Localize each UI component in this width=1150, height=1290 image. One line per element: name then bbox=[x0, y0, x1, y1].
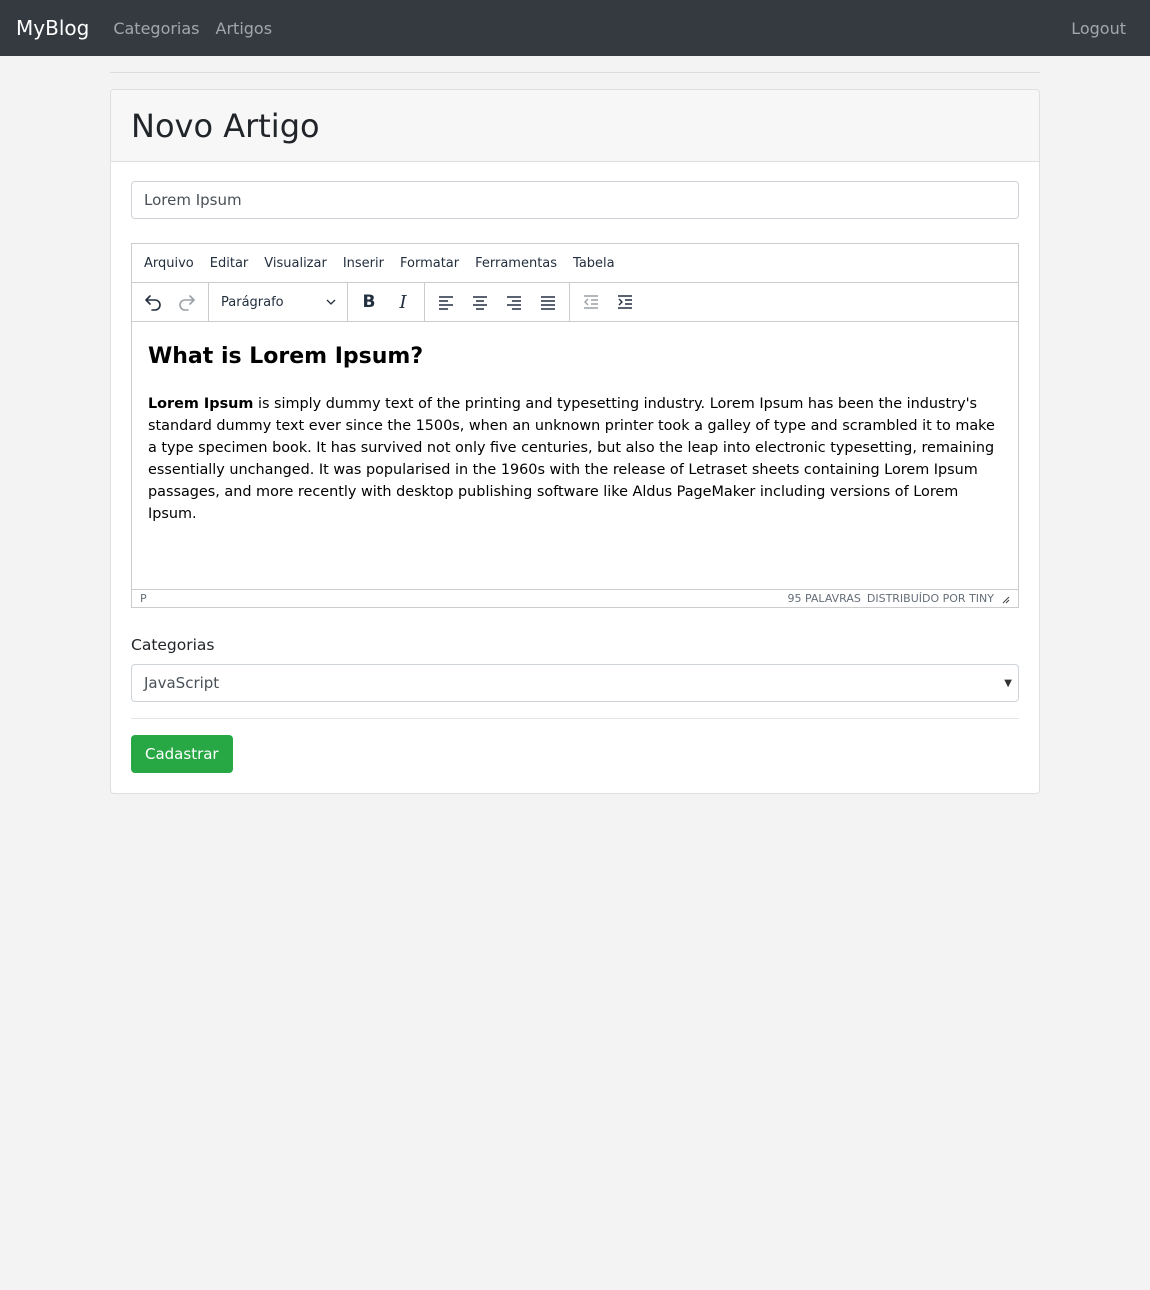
menu-tabela[interactable]: Tabela bbox=[565, 256, 623, 271]
menu-arquivo[interactable]: Arquivo bbox=[136, 256, 202, 271]
align-justify-button[interactable] bbox=[531, 287, 565, 317]
content-paragraph: Lorem Ipsum is simply dummy text of the … bbox=[148, 393, 1002, 525]
redo-icon bbox=[179, 295, 195, 311]
nav-link-categorias[interactable]: Categorias bbox=[113, 19, 199, 38]
block-format-value: Parágrafo bbox=[221, 294, 284, 310]
redo-button[interactable] bbox=[170, 287, 204, 317]
menu-editar[interactable]: Editar bbox=[202, 256, 257, 271]
form-divider bbox=[131, 718, 1019, 719]
italic-button[interactable]: I bbox=[386, 287, 420, 317]
navbar: MyBlog Categorias Artigos Logout bbox=[0, 0, 1150, 56]
italic-icon: I bbox=[399, 291, 407, 313]
category-select[interactable]: JavaScript ▼ bbox=[131, 664, 1019, 702]
indent-group bbox=[570, 283, 646, 321]
outdent-icon bbox=[584, 295, 598, 309]
indent-button[interactable] bbox=[608, 287, 642, 317]
article-card: Novo Artigo Arquivo Editar Visualizar In… bbox=[110, 89, 1040, 794]
style-group: B I bbox=[348, 283, 425, 321]
align-justify-icon bbox=[541, 296, 555, 310]
menu-formatar[interactable]: Formatar bbox=[392, 256, 467, 271]
bold-button[interactable]: B bbox=[352, 287, 386, 317]
resize-handle-icon[interactable] bbox=[1000, 594, 1010, 604]
nav-link-artigos[interactable]: Artigos bbox=[216, 19, 273, 38]
page-title: Novo Artigo bbox=[131, 106, 320, 145]
outdent-button[interactable] bbox=[574, 287, 608, 317]
bold-icon: B bbox=[362, 292, 376, 312]
caret-down-icon: ▼ bbox=[1004, 677, 1012, 689]
menu-visualizar[interactable]: Visualizar bbox=[256, 256, 335, 271]
chevron-down-icon bbox=[326, 299, 336, 305]
menu-inserir[interactable]: Inserir bbox=[335, 256, 392, 271]
brand-link[interactable]: MyBlog bbox=[16, 16, 89, 40]
content-bold-text: Lorem Ipsum bbox=[148, 396, 254, 412]
logout-link[interactable]: Logout bbox=[1071, 19, 1126, 38]
align-right-button[interactable] bbox=[497, 287, 531, 317]
category-label: Categorias bbox=[131, 636, 215, 654]
undo-icon bbox=[145, 295, 161, 311]
align-group bbox=[425, 283, 570, 321]
format-group: Parágrafo bbox=[209, 283, 348, 321]
editor-menubar: Arquivo Editar Visualizar Inserir Format… bbox=[132, 244, 1018, 283]
content-heading: What is Lorem Ipsum? bbox=[148, 344, 424, 369]
undo-button[interactable] bbox=[136, 287, 170, 317]
indent-icon bbox=[618, 295, 632, 309]
align-center-icon bbox=[473, 296, 487, 310]
align-center-button[interactable] bbox=[463, 287, 497, 317]
card-header: Novo Artigo bbox=[111, 90, 1039, 162]
word-count[interactable]: 95 PALAVRAS bbox=[787, 592, 860, 605]
align-left-icon bbox=[439, 296, 453, 310]
status-right: 95 PALAVRAS DISTRIBUÍDO POR TINY bbox=[787, 592, 994, 605]
content-paragraph-text: is simply dummy text of the printing and… bbox=[148, 396, 995, 522]
editor-toolbar: Parágrafo B I bbox=[132, 283, 1018, 322]
rich-text-editor: Arquivo Editar Visualizar Inserir Format… bbox=[131, 243, 1019, 608]
editor-statusbar: P 95 PALAVRAS DISTRIBUÍDO POR TINY bbox=[132, 589, 1018, 607]
submit-button[interactable]: Cadastrar bbox=[131, 735, 233, 773]
element-path[interactable]: P bbox=[140, 592, 787, 605]
editor-content[interactable]: What is Lorem Ipsum? Lorem Ipsum is simp… bbox=[132, 322, 1018, 589]
powered-by-link[interactable]: DISTRIBUÍDO POR TINY bbox=[867, 592, 994, 605]
history-group bbox=[132, 283, 209, 321]
top-divider bbox=[110, 72, 1040, 73]
align-right-icon bbox=[507, 296, 521, 310]
article-title-input[interactable] bbox=[131, 181, 1019, 219]
align-left-button[interactable] bbox=[429, 287, 463, 317]
menu-ferramentas[interactable]: Ferramentas bbox=[467, 256, 565, 271]
category-selected-value: JavaScript bbox=[144, 674, 220, 692]
block-format-select[interactable]: Parágrafo bbox=[213, 287, 343, 317]
